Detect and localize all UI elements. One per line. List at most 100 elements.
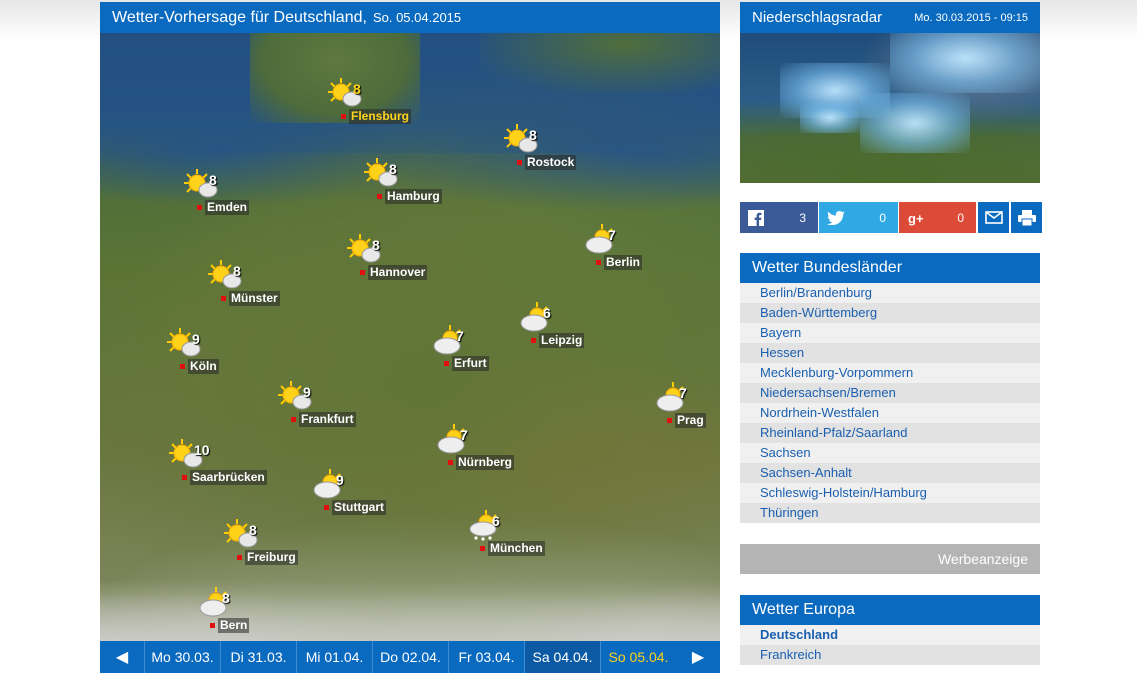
googleplus-count: 0 (957, 210, 964, 225)
day-tab[interactable]: Fr 03.04. (448, 641, 524, 673)
city-name: Saarbrücken (190, 470, 267, 485)
city-marker (444, 361, 449, 366)
city-name: München (488, 541, 545, 556)
city-name: Frankfurt (299, 412, 356, 427)
bundeslaender-header: Wetter Bundesländer (740, 253, 1040, 283)
day-selector: ◀ Mo 30.03. Di 31.03. Mi 01.04. Do 02.04… (100, 641, 720, 673)
city-name: Rostock (525, 155, 577, 170)
day-tab[interactable]: Sa 04.04. (524, 641, 600, 673)
email-share-button[interactable] (978, 202, 1009, 233)
city-marker (377, 194, 382, 199)
city-marker (182, 475, 187, 480)
bundesland-link[interactable]: Berlin/Brandenburg (740, 283, 1040, 303)
mail-icon (984, 211, 1003, 224)
next-day-button[interactable]: ▶ (676, 641, 720, 673)
twitter-icon (827, 210, 845, 225)
city-marker (448, 460, 453, 465)
day-tab[interactable]: Mo 30.03. (144, 641, 220, 673)
city-temp: 10 (194, 442, 210, 458)
city-name: Hamburg (385, 189, 442, 204)
city-temp: 6 (543, 305, 551, 321)
city-marker (360, 270, 365, 275)
city-temp: 8 (233, 263, 241, 279)
twitter-count: 0 (879, 210, 886, 225)
printer-icon (1017, 209, 1036, 226)
weather-map: 8 Flensburg 8 Rostock 8 Emden 8 Hamburg … (100, 33, 720, 641)
city-temp: 8 (389, 161, 397, 177)
city-name: Hannover (368, 265, 428, 280)
city-temp: 8 (372, 237, 380, 253)
googleplus-icon: g+ (908, 211, 924, 226)
bundesland-link[interactable]: Rheinland-Pfalz/Saarland (740, 423, 1040, 443)
radar-map[interactable] (740, 33, 1040, 183)
bundesland-link[interactable]: Niedersachsen/Bremen (740, 383, 1040, 403)
city-name: Münster (229, 291, 280, 306)
country-link-active[interactable]: Deutschland (740, 625, 1040, 645)
bundesland-link[interactable]: Sachsen-Anhalt (740, 463, 1040, 483)
bundesland-link[interactable]: Sachsen (740, 443, 1040, 463)
city-marker (517, 160, 522, 165)
city-name: Bern (218, 618, 250, 633)
day-tab-active[interactable]: So 05.04. (600, 641, 676, 673)
city-temp: 6 (492, 513, 500, 529)
radar-rain-area (890, 33, 1040, 93)
city-temp: 7 (679, 385, 687, 401)
city-name: Prag (675, 413, 706, 428)
bundesland-link[interactable]: Baden-Württemberg (740, 303, 1040, 323)
radar-title: Niederschlagsradar (752, 9, 883, 26)
day-tab[interactable]: Do 02.04. (372, 641, 448, 673)
city-marker (341, 114, 346, 119)
city-marker (210, 623, 215, 628)
city-temp: 9 (303, 384, 311, 400)
city-temp: 8 (353, 81, 361, 97)
ad-label: Werbeanzeige (740, 544, 1040, 574)
bundesland-link[interactable]: Hessen (740, 343, 1040, 363)
city-marker (531, 338, 536, 343)
europa-list: Deutschland Frankreich (740, 625, 1040, 665)
radar-rain-area (800, 103, 860, 133)
print-button[interactable] (1011, 202, 1042, 233)
country-link[interactable]: Frankreich (740, 645, 1040, 665)
europa-header: Wetter Europa (740, 595, 1040, 625)
bundesland-link[interactable]: Thüringen (740, 503, 1040, 523)
city-name: Emden (205, 200, 250, 215)
radar-time: Mo. 30.03.2015 - 09:15 (914, 11, 1028, 24)
city-name: Nürnberg (456, 455, 514, 470)
city-marker (221, 296, 226, 301)
bundeslaender-list: Berlin/Brandenburg Baden-Württemberg Bay… (740, 283, 1040, 523)
city-name: Köln (188, 359, 219, 374)
facebook-share-button[interactable]: 3 (740, 202, 818, 233)
share-bar: 3 0 g+ 0 (740, 202, 1042, 233)
city-temp: 7 (608, 227, 616, 243)
facebook-icon (748, 209, 764, 226)
googleplus-share-button[interactable]: g+ 0 (898, 202, 976, 233)
radar-header: Niederschlagsradar Mo. 30.03.2015 - 09:1… (740, 2, 1040, 33)
city-name: Flensburg (349, 109, 412, 124)
bundesland-link[interactable]: Schleswig-Holstein/Hamburg (740, 483, 1040, 503)
city-name: Leipzig (539, 333, 585, 348)
bundesland-link[interactable]: Nordrhein-Westfalen (740, 403, 1040, 423)
radar-rain-area (860, 93, 970, 153)
city-name: Berlin (604, 255, 643, 270)
sweden-land (480, 33, 720, 93)
germany-land (100, 153, 720, 641)
city-temp: 7 (460, 427, 468, 443)
city-temp: 9 (192, 331, 200, 347)
arrow-right-icon: ▶ (691, 649, 705, 666)
city-temp: 9 (336, 472, 344, 488)
city-marker (197, 205, 202, 210)
prev-day-button[interactable]: ◀ (100, 641, 144, 673)
city-name: Freiburg (245, 550, 298, 565)
forecast-date: So. 05.04.2015 (372, 10, 462, 25)
twitter-share-button[interactable]: 0 (818, 202, 898, 233)
city-marker (291, 417, 296, 422)
city-temp: 8 (222, 590, 230, 606)
city-marker (667, 418, 672, 423)
city-marker (180, 364, 185, 369)
day-tab[interactable]: Di 31.03. (220, 641, 296, 673)
bundesland-link[interactable]: Bayern (740, 323, 1040, 343)
city-marker (480, 546, 485, 551)
day-tab[interactable]: Mi 01.04. (296, 641, 372, 673)
bundesland-link[interactable]: Mecklenburg-Vorpommern (740, 363, 1040, 383)
alps-region (100, 593, 720, 641)
